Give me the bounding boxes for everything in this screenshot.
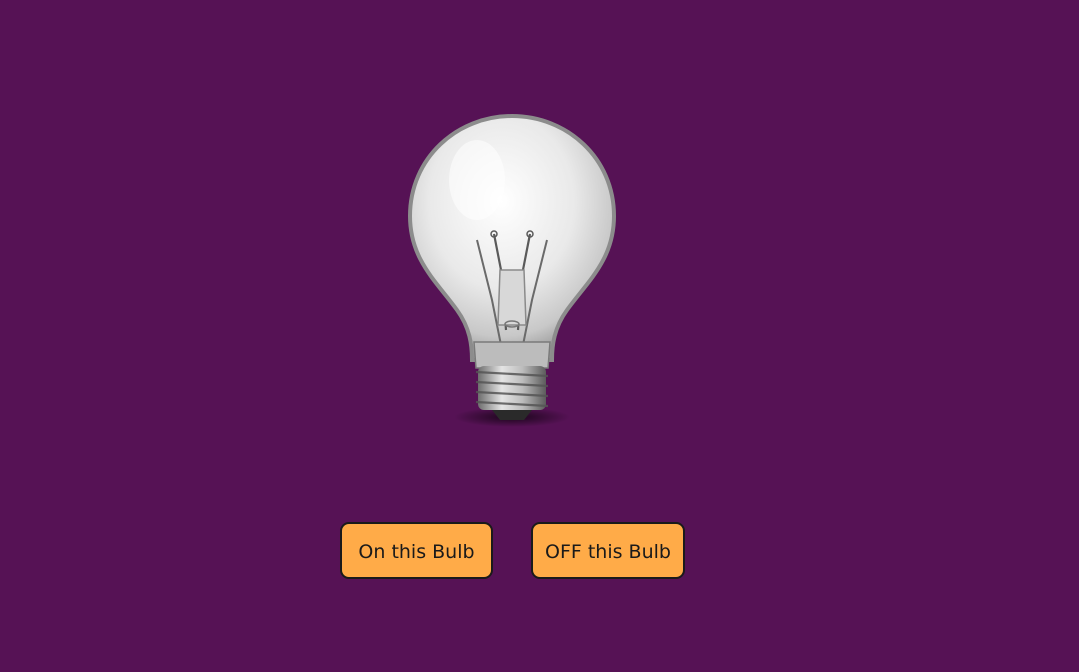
turn-on-button[interactable]: On this Bulb [340,522,493,579]
light-bulb-icon [407,113,617,427]
page: On this Bulb OFF this Bulb [0,0,1079,672]
turn-off-button[interactable]: OFF this Bulb [531,522,685,579]
